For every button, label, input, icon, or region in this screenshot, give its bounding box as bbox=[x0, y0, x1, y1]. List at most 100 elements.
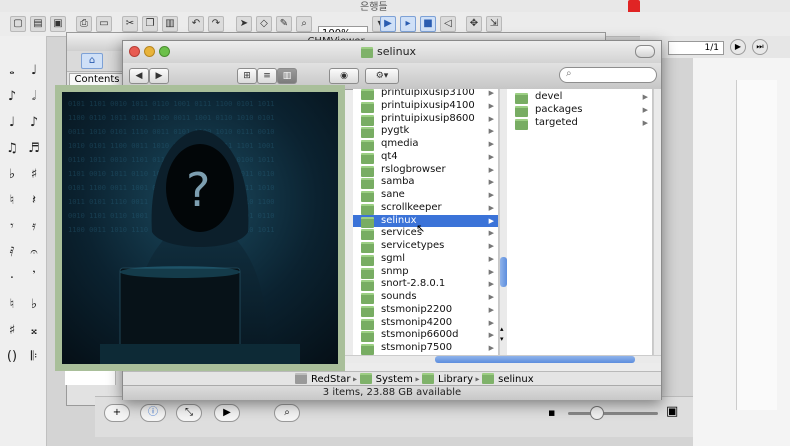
copy-icon[interactable]: ❐ bbox=[142, 16, 158, 32]
folder-row-devel[interactable]: devel ▶ bbox=[507, 91, 652, 104]
palette-symbol[interactable]: 𝄆 bbox=[24, 346, 44, 368]
folder-row-stsmonip6600d[interactable]: stsmonip6600d ▶ bbox=[353, 329, 498, 343]
column-view-button[interactable]: ▥ bbox=[277, 68, 297, 84]
folder-row-stsmonip4200[interactable]: stsmonip4200 ▶ bbox=[353, 317, 498, 330]
folder-row-qt4[interactable]: qt4 ▶ bbox=[353, 151, 498, 164]
palette-symbol[interactable]: 𝄾 bbox=[2, 216, 22, 238]
eraser-icon[interactable]: ◇ bbox=[256, 16, 272, 32]
stop-icon[interactable]: ■ bbox=[420, 16, 436, 32]
open-folder-icon[interactable]: ▤ bbox=[30, 16, 46, 32]
zoom-tool-icon[interactable]: ⌕ bbox=[296, 16, 312, 32]
folder-row-servicetypes[interactable]: servicetypes ▶ bbox=[353, 240, 498, 253]
redo-icon[interactable]: ↷ bbox=[208, 16, 224, 32]
pencil-icon[interactable]: ✎ bbox=[276, 16, 292, 32]
cut-icon[interactable]: ✂ bbox=[122, 16, 138, 32]
folder-row-stsmonip2200[interactable]: stsmonip2200 ▶ bbox=[353, 304, 498, 317]
play-icon[interactable]: ▶ bbox=[380, 16, 396, 32]
folder-row-samba[interactable]: samba ▶ bbox=[353, 176, 498, 190]
palette-symbol[interactable]: ♬ bbox=[24, 138, 44, 160]
size-slider-track[interactable] bbox=[568, 412, 658, 415]
palette-symbol[interactable]: ♪ bbox=[24, 112, 44, 134]
folder-row-rslogbrowser[interactable]: rslogbrowser ▶ bbox=[353, 164, 498, 177]
palette-symbol[interactable]: () bbox=[2, 346, 22, 368]
back-button[interactable]: ◀ bbox=[129, 68, 149, 84]
path-item[interactable]: System bbox=[359, 373, 413, 385]
quick-look-button[interactable]: ◉ bbox=[329, 68, 359, 84]
palette-symbol[interactable]: 𝄒 bbox=[24, 268, 44, 290]
undo-icon[interactable]: ↶ bbox=[188, 16, 204, 32]
palette-symbol[interactable]: 𝄐 bbox=[24, 242, 44, 264]
icon-view-button[interactable]: ⊞ bbox=[237, 68, 257, 84]
paste-icon[interactable]: ▥ bbox=[162, 16, 178, 32]
palette-symbol[interactable]: 𝄪 bbox=[24, 320, 44, 342]
palette-symbol[interactable]: ♮ bbox=[2, 294, 22, 316]
forward-button[interactable]: ▶ bbox=[149, 68, 169, 84]
chm-home-icon[interactable]: ⌂ bbox=[81, 53, 103, 69]
info-button[interactable]: ⓘ bbox=[140, 404, 166, 422]
palette-symbol[interactable]: 𝅝 bbox=[2, 60, 22, 82]
list-view-button[interactable]: ≡ bbox=[257, 68, 277, 84]
save-icon[interactable]: ▣ bbox=[50, 16, 66, 32]
palette-symbol[interactable]: ♯ bbox=[24, 164, 44, 186]
zoom-button[interactable] bbox=[159, 46, 170, 57]
palette-symbol[interactable]: 𝅀 bbox=[2, 242, 22, 264]
path-item[interactable]: Library bbox=[422, 373, 473, 385]
palette-symbol[interactable]: ♯ bbox=[2, 320, 22, 342]
minimize-button[interactable] bbox=[144, 46, 155, 57]
palette-symbol[interactable]: ♫ bbox=[2, 138, 22, 160]
palette-symbol[interactable]: ♩ bbox=[2, 112, 22, 134]
palette-symbol[interactable]: ♮ bbox=[2, 190, 22, 212]
search-field[interactable]: ⌕ bbox=[559, 67, 657, 83]
folder-row-selinux[interactable]: selinux ▶ bbox=[353, 214, 498, 228]
next-page-button[interactable]: ▶ bbox=[730, 39, 746, 55]
column-2-scrollbar[interactable] bbox=[653, 89, 661, 355]
action-menu-button[interactable]: ⚙▾ bbox=[365, 68, 399, 84]
resize-icon[interactable]: ⇲ bbox=[486, 16, 502, 32]
palette-symbol[interactable]: ♪ bbox=[2, 86, 22, 108]
add-button[interactable]: + bbox=[104, 404, 130, 422]
path-item[interactable]: selinux bbox=[482, 373, 534, 385]
horizontal-scroll-thumb[interactable] bbox=[435, 356, 635, 363]
folder-row-services[interactable]: services ▶ bbox=[353, 227, 498, 241]
size-slider-knob[interactable] bbox=[590, 406, 604, 420]
folder-row-stsmonip7500[interactable]: stsmonip7500 ▶ bbox=[353, 342, 498, 355]
play-button[interactable]: ▶ bbox=[214, 404, 240, 422]
folder-row-qmedia[interactable]: qmedia ▶ bbox=[353, 138, 498, 151]
column-1-scroll-thumb[interactable] bbox=[500, 257, 507, 287]
fullscreen-button[interactable]: ⤡ bbox=[176, 404, 202, 422]
print-preview-icon[interactable]: ▭ bbox=[96, 16, 112, 32]
play-from-icon[interactable]: ▸ bbox=[400, 16, 416, 32]
toolbar-toggle-button[interactable] bbox=[635, 45, 655, 58]
scroll-down-arrow[interactable]: ▾ bbox=[500, 335, 504, 343]
folder-row-printuipixusip8600[interactable]: printuipixusip8600 ▶ bbox=[353, 113, 498, 126]
folder-row-pygtk[interactable]: pygtk ▶ bbox=[353, 125, 498, 139]
volume-icon[interactable]: ◁ bbox=[440, 16, 456, 32]
search-button[interactable]: ⌕ bbox=[274, 404, 300, 422]
palette-symbol[interactable]: 𝅗𝅥 bbox=[24, 86, 44, 108]
move-icon[interactable]: ✥ bbox=[466, 16, 482, 32]
folder-row-sounds[interactable]: sounds ▶ bbox=[353, 291, 498, 304]
folder-row-snort-2-8-0-1[interactable]: snort-2.8.0.1 ▶ bbox=[353, 278, 498, 292]
path-item[interactable]: RedStar bbox=[295, 373, 351, 385]
close-button[interactable] bbox=[129, 46, 140, 57]
folder-row-printuipixusip4100[interactable]: printuipixusip4100 ▶ bbox=[353, 100, 498, 113]
horizontal-scrollbar[interactable] bbox=[343, 355, 661, 363]
palette-symbol[interactable]: ♭ bbox=[24, 294, 44, 316]
palette-symbol[interactable]: 𝄿 bbox=[24, 216, 44, 238]
palette-symbol[interactable]: ♩ bbox=[24, 60, 44, 82]
new-document-icon[interactable]: ▢ bbox=[10, 16, 26, 32]
folder-row-scrollkeeper[interactable]: scrollkeeper ▶ bbox=[353, 202, 498, 215]
last-page-button[interactable]: ⏭ bbox=[752, 39, 768, 55]
palette-symbol[interactable]: · bbox=[2, 268, 22, 290]
palette-symbol[interactable]: ♭ bbox=[2, 164, 22, 186]
folder-row-printuipixusip3100[interactable]: printuipixusip3100 ▶ bbox=[353, 89, 498, 100]
folder-row-packages[interactable]: packages ▶ bbox=[507, 104, 652, 117]
print-icon[interactable]: ⎙ bbox=[76, 16, 92, 32]
scroll-up-arrow[interactable]: ▴ bbox=[500, 325, 504, 333]
palette-symbol[interactable]: 𝄽 bbox=[24, 190, 44, 212]
folder-row-sgml[interactable]: sgml ▶ bbox=[353, 253, 498, 266]
folder-row-snmp[interactable]: snmp ▶ bbox=[353, 266, 498, 279]
folder-row-targeted[interactable]: targeted ▶ bbox=[507, 117, 652, 130]
pointer-tool-icon[interactable]: ➤ bbox=[236, 16, 252, 32]
column-1-scrollbar[interactable]: ▴ ▾ bbox=[499, 89, 507, 355]
